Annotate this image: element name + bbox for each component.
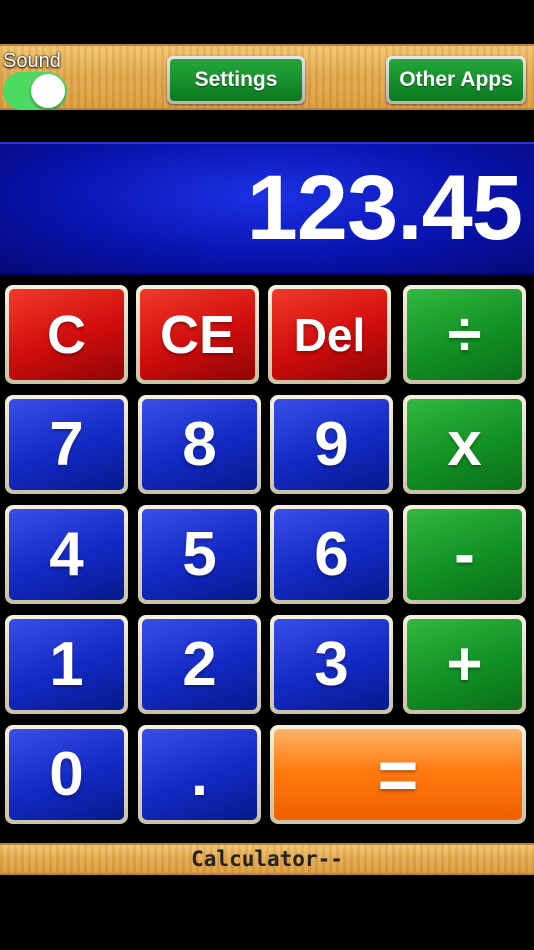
digit-0-label: 0 — [9, 729, 124, 820]
other-apps-button[interactable]: Other Apps — [386, 56, 526, 104]
decimal-button-label: . — [142, 729, 257, 820]
digit-8-button[interactable]: 8 — [138, 395, 261, 494]
equals-button-label: = — [274, 729, 522, 820]
digit-5-label: 5 — [142, 509, 257, 600]
digit-2-label: 2 — [142, 619, 257, 710]
bottom-bar: Calculator-- — [0, 843, 534, 875]
sound-toggle-knob — [31, 74, 65, 108]
add-button[interactable]: + — [403, 615, 526, 714]
delete-button-label: Del — [272, 289, 387, 380]
clear-entry-button[interactable]: CE — [136, 285, 259, 384]
divide-button[interactable]: ÷ — [403, 285, 526, 384]
decimal-button[interactable]: . — [138, 725, 261, 824]
digit-5-button[interactable]: 5 — [138, 505, 261, 604]
digit-0-button[interactable]: 0 — [5, 725, 128, 824]
clear-button[interactable]: C — [5, 285, 128, 384]
digit-6-label: 6 — [274, 509, 389, 600]
digit-1-button[interactable]: 1 — [5, 615, 128, 714]
subtract-button-label: - — [407, 509, 522, 600]
multiply-button-label: x — [407, 399, 522, 490]
settings-button[interactable]: Settings — [167, 56, 305, 104]
digit-3-label: 3 — [274, 619, 389, 710]
digit-4-label: 4 — [9, 509, 124, 600]
equals-button[interactable]: = — [270, 725, 526, 824]
top-toolbar: Sound Settings Other Apps — [0, 44, 534, 110]
sound-toggle[interactable] — [3, 72, 67, 110]
display-value: 123.45 — [246, 157, 523, 259]
digit-6-button[interactable]: 6 — [270, 505, 393, 604]
other-apps-button-label: Other Apps — [389, 59, 523, 101]
digit-1-label: 1 — [9, 619, 124, 710]
subtract-button[interactable]: - — [403, 505, 526, 604]
app-title: Calculator-- — [191, 847, 343, 871]
digit-7-button[interactable]: 7 — [5, 395, 128, 494]
add-button-label: + — [407, 619, 522, 710]
clear-button-label: C — [9, 289, 124, 380]
divide-button-label: ÷ — [407, 289, 522, 380]
settings-button-label: Settings — [170, 59, 302, 101]
multiply-button[interactable]: x — [403, 395, 526, 494]
digit-3-button[interactable]: 3 — [270, 615, 393, 714]
digit-9-label: 9 — [274, 399, 389, 490]
digit-7-label: 7 — [9, 399, 124, 490]
digit-8-label: 8 — [142, 399, 257, 490]
sound-label: Sound — [3, 50, 61, 72]
clear-entry-button-label: CE — [140, 289, 255, 380]
calculator-display: 123.45 — [0, 142, 534, 275]
digit-4-button[interactable]: 4 — [5, 505, 128, 604]
digit-2-button[interactable]: 2 — [138, 615, 261, 714]
delete-button[interactable]: Del — [268, 285, 391, 384]
digit-9-button[interactable]: 9 — [270, 395, 393, 494]
